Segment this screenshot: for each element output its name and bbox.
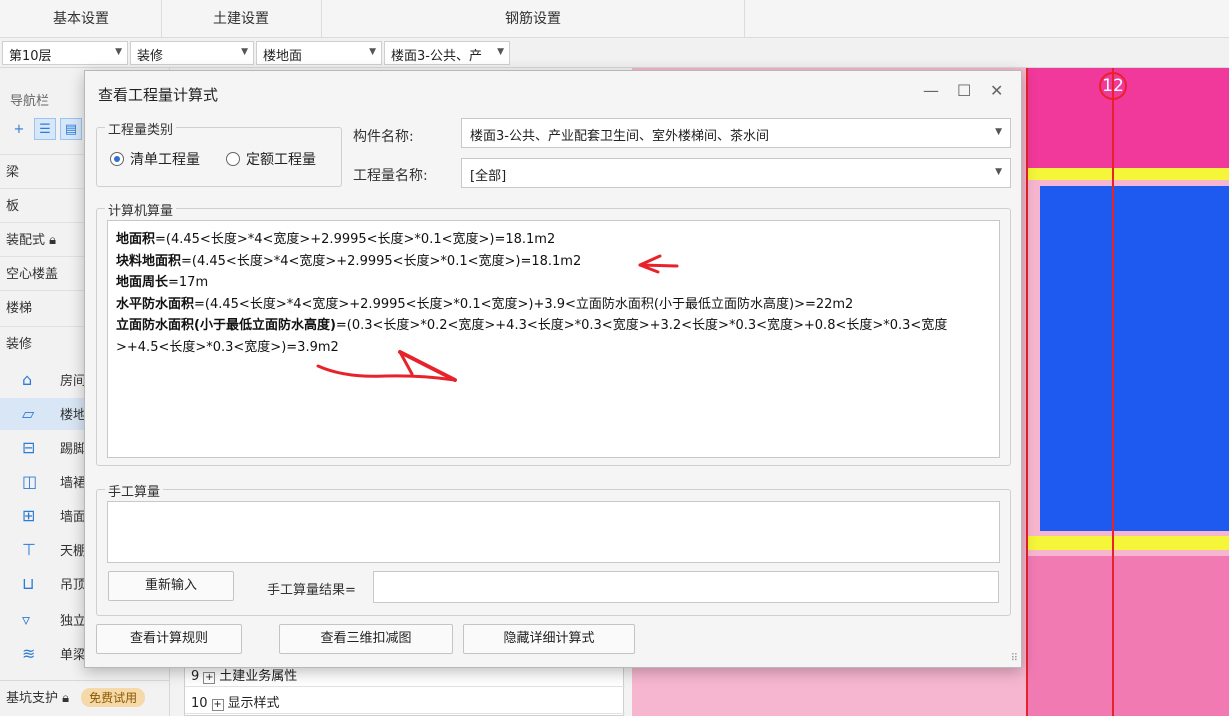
- category-group-title: 工程量类别: [105, 119, 177, 138]
- formula-line: 地面周长=17m: [116, 275, 209, 290]
- quantity-name-label: 工程量名称:: [353, 168, 428, 184]
- house-icon: ⌂: [22, 370, 33, 389]
- minimize-icon[interactable]: —: [923, 81, 939, 100]
- floor-select[interactable]: 第10层 ▼: [2, 41, 128, 65]
- expand-icon[interactable]: +: [211, 699, 224, 711]
- wall-skirt-icon: ◫: [22, 472, 38, 491]
- component-select[interactable]: 楼地面 ▼: [256, 41, 382, 65]
- property-table: 9 + 土建业务属性 10 + 显示样式: [184, 660, 625, 716]
- close-icon[interactable]: ✕: [990, 81, 1003, 100]
- dialog-title: 查看工程量计算式: [98, 86, 219, 104]
- manual-calc-title: 手工算量: [105, 481, 164, 500]
- ribbon-divider: [161, 0, 162, 38]
- formula-line: 块料地面积=(4.45<长度>*4<宽度>+2.9995<长度>*0.1<宽度>…: [116, 253, 582, 269]
- chevron-down-icon: ▼: [241, 47, 248, 57]
- axis-line: [1026, 68, 1028, 716]
- tab-rebar-settings[interactable]: 钢筋设置: [505, 8, 561, 28]
- skirting-icon: ⊟: [22, 438, 36, 457]
- wall-face-icon: ⊞: [22, 506, 36, 525]
- axis-line: [1112, 68, 1114, 716]
- radio-quota-quantity[interactable]: 定额工程量: [226, 149, 316, 169]
- list-view-icon[interactable]: ☰: [34, 118, 56, 140]
- computer-calc-title: 计算机算量: [105, 200, 177, 219]
- quantity-name-select[interactable]: [全部] ▼: [461, 158, 1011, 188]
- blue-floor-region: [1040, 186, 1229, 531]
- chevron-down-icon: ▼: [995, 167, 1002, 177]
- manual-result-field[interactable]: [373, 571, 999, 603]
- chevron-down-icon: ▼: [497, 47, 504, 57]
- maximize-icon[interactable]: ☐: [957, 81, 971, 100]
- add-icon[interactable]: +: [8, 119, 30, 141]
- formula-line: 地面积=(4.45<长度>*4<宽度>+2.9995<长度>*0.1<宽度>)=…: [116, 232, 556, 247]
- formula-line: 立面防水面积(小于最低立面防水高度)=(0.3<长度>*0.2<宽度>+4.3<…: [116, 318, 948, 355]
- manual-result-label: 手工算量结果=: [267, 583, 356, 598]
- type-select[interactable]: 装修 ▼: [130, 41, 254, 65]
- nav-category-foundation-pit[interactable]: 基坑支护 🔒︎ 免费试用: [0, 680, 170, 710]
- pink-region: [1026, 556, 1229, 716]
- nav-toolbar: + ☰ ▤: [8, 118, 86, 141]
- radio-bill-quantity[interactable]: 清单工程量: [110, 149, 200, 169]
- resize-grip-icon[interactable]: ⠿: [1011, 653, 1018, 664]
- chevron-down-icon: ▼: [115, 47, 122, 57]
- suspended-ceiling-icon: ⊔: [22, 574, 35, 593]
- formula-line: 水平防水面积=(4.45<长度>*4<宽度>+2.9995<长度>*0.1<宽度…: [116, 296, 854, 312]
- selector-bar: 第10层 ▼ 装修 ▼ 楼地面 ▼ 楼面3-公共、产 ▼: [0, 38, 1229, 68]
- calc-formula-area[interactable]: 地面积=(4.45<长度>*4<宽度>+2.9995<长度>*0.1<宽度>)=…: [107, 220, 1000, 458]
- component-name-select[interactable]: 楼面3-公共、产业配套卫生间、室外楼梯间、茶水间 ▼: [461, 118, 1011, 148]
- yellow-band: [1026, 168, 1229, 180]
- magenta-region: [1026, 68, 1229, 168]
- axis-label-12[interactable]: 12: [1099, 72, 1127, 100]
- nav-title: 导航栏: [10, 94, 50, 109]
- tree-view-icon[interactable]: ▤: [60, 118, 82, 140]
- item-select[interactable]: 楼面3-公共、产 ▼: [384, 41, 510, 65]
- floor-icon: ▱: [22, 404, 35, 423]
- quantity-formula-dialog: 查看工程量计算式 — ☐ ✕ 工程量类别 清单工程量 定额工程量 构件名称: 楼…: [84, 70, 1022, 668]
- reenter-button[interactable]: 重新输入: [108, 571, 234, 601]
- tab-civil-settings[interactable]: 土建设置: [213, 8, 269, 28]
- ribbon-tabs: 基本设置 土建设置 钢筋设置: [0, 0, 1229, 38]
- tab-basic-settings[interactable]: 基本设置: [53, 8, 109, 28]
- component-name-label: 构件名称:: [353, 129, 414, 145]
- free-trial-badge[interactable]: 免费试用: [81, 688, 146, 707]
- view-3d-button[interactable]: 查看三维扣减图: [279, 624, 453, 654]
- expand-icon[interactable]: +: [203, 672, 216, 684]
- ribbon-divider: [744, 0, 745, 38]
- column-finish-icon: ▿: [22, 610, 31, 629]
- yellow-band: [1026, 536, 1229, 550]
- ceiling-icon: ⊤: [22, 540, 36, 559]
- radio-unselected-icon: [226, 152, 240, 166]
- lock-icon: 🔒︎: [49, 233, 57, 248]
- lock-icon: 🔒︎: [62, 691, 70, 706]
- table-row[interactable]: 10 + 显示样式: [185, 688, 625, 714]
- view-rules-button[interactable]: 查看计算规则: [96, 624, 242, 654]
- manual-calc-input[interactable]: [107, 501, 1000, 563]
- radio-selected-icon: [110, 152, 124, 166]
- hide-detail-button[interactable]: 隐藏详细计算式: [463, 624, 635, 654]
- chevron-down-icon: ▼: [369, 47, 376, 57]
- chevron-down-icon: ▼: [995, 127, 1002, 137]
- ribbon-divider: [321, 0, 322, 38]
- single-beam-icon: ≋: [22, 644, 36, 663]
